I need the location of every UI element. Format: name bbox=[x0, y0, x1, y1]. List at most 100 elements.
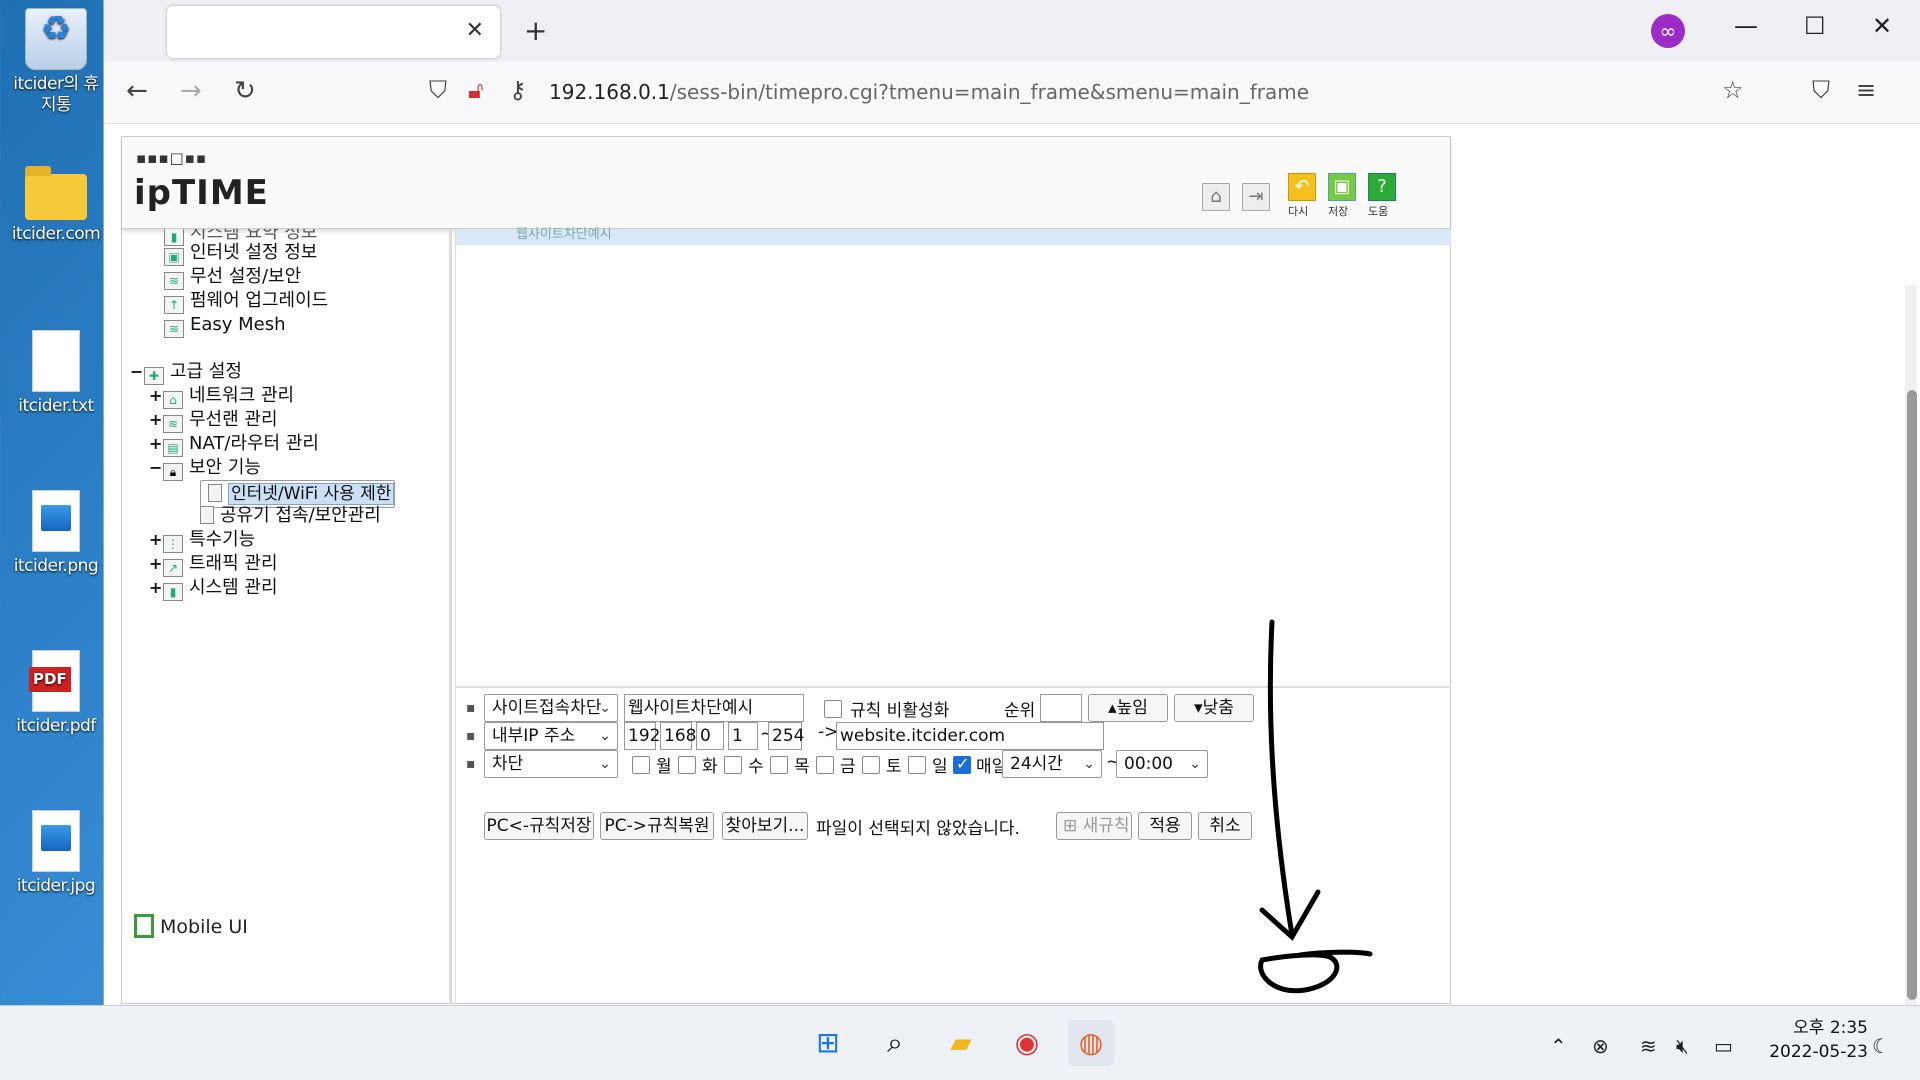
raise-priority-button[interactable]: ▴높임 bbox=[1088, 694, 1168, 722]
day-mon-checkbox[interactable] bbox=[632, 756, 650, 774]
clock[interactable]: 오후 2:35 2022-05-23 bbox=[1769, 1016, 1868, 1064]
everyday-checkbox[interactable] bbox=[953, 754, 971, 774]
search-icon[interactable]: ⌕ bbox=[872, 1020, 918, 1066]
pocket-icon[interactable]: ⛉ bbox=[1812, 76, 1830, 104]
expand-icon[interactable]: + bbox=[149, 576, 163, 600]
expand-icon[interactable]: + bbox=[149, 528, 163, 552]
menu-tree: ▮ 시스템 요약 정보 ▣ 인터넷 설정 정보 ≋ 무선 설정/보안 ↑ 펌웨어 업그레… bbox=[122, 229, 452, 1004]
insecure-lock-icon[interactable]: 🔓︎ bbox=[468, 76, 484, 104]
tree-item-internet-info[interactable]: ▣ 인터넷 설정 정보 bbox=[164, 241, 317, 266]
ip-octet-4[interactable]: 1 bbox=[728, 722, 758, 750]
wifi-icon[interactable]: ≋ bbox=[1640, 1034, 1657, 1058]
back-icon[interactable]: ← bbox=[126, 76, 148, 106]
time-mode-select[interactable]: 24시간 ⌄ bbox=[1002, 750, 1102, 778]
tree-item-easymesh[interactable]: ≋ Easy Mesh bbox=[164, 313, 286, 338]
desktop-icon[interactable]: itcider.com bbox=[6, 160, 106, 245]
tree-item-traffic[interactable]: + ↗ 트래픽 관리 bbox=[149, 552, 278, 577]
tree-item-nat[interactable]: + ▤ NAT/라우터 관리 bbox=[149, 432, 319, 457]
apply-button[interactable]: 적용 bbox=[1138, 812, 1192, 840]
bookmark-star-icon[interactable]: ☆ bbox=[1722, 76, 1744, 104]
save-button[interactable]: ▣ 저장 bbox=[1328, 173, 1358, 218]
expand-icon[interactable]: + bbox=[149, 408, 163, 432]
desktop-icon[interactable]: itcider.txt bbox=[6, 330, 106, 417]
address-type-select[interactable]: 내부IP 주소 ⌄ bbox=[484, 722, 618, 750]
collapse-icon[interactable]: − bbox=[149, 456, 163, 480]
cancel-button[interactable]: 취소 bbox=[1198, 812, 1252, 840]
action-select[interactable]: 차단 ⌄ bbox=[484, 750, 618, 778]
pdf-file-icon bbox=[29, 650, 80, 712]
page-scrollbar[interactable] bbox=[1905, 285, 1917, 1005]
tree-item-advanced[interactable]: − ✚ 고급 설정 bbox=[130, 360, 242, 385]
shield-icon[interactable]: ⛉ bbox=[429, 76, 447, 104]
desktop-icon[interactable]: itcider.pdf bbox=[6, 650, 106, 737]
priority-input[interactable] bbox=[1040, 694, 1082, 722]
expand-icon[interactable]: + bbox=[149, 432, 163, 456]
forward-icon[interactable]: → bbox=[180, 76, 202, 106]
time-select[interactable]: 00:00 ⌄ bbox=[1116, 750, 1208, 778]
menu-icon[interactable]: ≡ bbox=[1856, 76, 1876, 104]
tree-item-security[interactable]: − 🔒︎ 보안 기능 bbox=[149, 456, 261, 481]
router-admin-frame: ▪▪▪□▪▪ ipTIME ⌂ ⇥ ↶ 다시 ▣ 저장 ? 도움 ▮ 시스템 요약 정보… bbox=[121, 136, 1451, 1004]
day-sun-checkbox[interactable] bbox=[908, 756, 926, 774]
tree-item-firmware[interactable]: ↑ 펌웨어 업그레이드 bbox=[164, 289, 328, 314]
start-icon[interactable]: ⊞ bbox=[805, 1020, 851, 1066]
rule-type-select[interactable]: 사이트접속차단 ⌄ bbox=[484, 694, 618, 722]
day-wed-checkbox[interactable] bbox=[724, 756, 742, 774]
moon-icon[interactable]: ☾ bbox=[1872, 1034, 1890, 1058]
browse-file-button[interactable]: 찾아보기... bbox=[722, 812, 808, 840]
tree-item-wireless-security[interactable]: ≋ 무선 설정/보안 bbox=[164, 265, 301, 290]
day-sat-checkbox[interactable] bbox=[862, 756, 880, 774]
restore-rules-button[interactable]: PC->규칙복원 bbox=[600, 812, 714, 840]
help-button[interactable]: ? 도움 bbox=[1368, 173, 1398, 218]
scroll-thumb[interactable] bbox=[1907, 390, 1917, 1000]
tree-item-system[interactable]: + ▮ 시스템 관리 bbox=[149, 576, 278, 601]
browser-tab[interactable]: ✕ bbox=[167, 6, 500, 58]
firefox-icon[interactable]: ◍ bbox=[1068, 1020, 1114, 1066]
save-rules-to-pc-button[interactable]: PC<-규칙저장 bbox=[484, 812, 594, 840]
key-icon[interactable]: ⚷ bbox=[509, 76, 527, 104]
day-thu-checkbox[interactable] bbox=[770, 756, 788, 774]
tree-item-network[interactable]: + ⌂ 네트워크 관리 bbox=[149, 384, 294, 409]
volume-muted-icon[interactable]: 🔇︎ bbox=[1676, 1034, 1689, 1058]
browser-window: ✕ + ∞ — ☐ ✕ ← → ↻ ⛉ 🔓︎ ⚷ 192.168.0.1/ses… bbox=[103, 0, 1920, 1005]
rule-list-row[interactable]: 웹사이트차단예시 bbox=[456, 227, 1451, 245]
app-tray-icon[interactable]: ⊗ bbox=[1592, 1034, 1609, 1058]
reload-icon[interactable]: ↻ bbox=[234, 76, 256, 106]
ip-octet-3[interactable]: 0 bbox=[696, 722, 724, 750]
expand-icon[interactable]: + bbox=[149, 552, 163, 576]
day-fri-checkbox[interactable] bbox=[816, 756, 834, 774]
address-bar[interactable]: 192.168.0.1/sess-bin/timepro.cgi?tmenu=m… bbox=[549, 80, 1309, 104]
retry-button[interactable]: ↶ 다시 bbox=[1288, 173, 1318, 218]
collapse-icon[interactable]: − bbox=[130, 360, 144, 384]
tray-overflow-icon[interactable]: ⌃ bbox=[1550, 1034, 1567, 1058]
file-explorer-icon[interactable]: ▰ bbox=[938, 1020, 984, 1066]
lower-priority-button[interactable]: ▾낮춤 bbox=[1174, 694, 1254, 722]
rule-name-input[interactable]: 웹사이트차단예시 bbox=[624, 694, 804, 722]
desktop-icon[interactable]: itcider.png bbox=[6, 490, 106, 577]
site-url-input[interactable]: website.itcider.com bbox=[836, 722, 1104, 750]
battery-icon[interactable]: ▭ bbox=[1714, 1034, 1733, 1058]
ip-end-input[interactable]: 254 bbox=[768, 722, 804, 750]
close-tab-icon[interactable]: ✕ bbox=[466, 18, 484, 43]
desktop-icon[interactable]: itcider.jpg bbox=[6, 810, 106, 897]
tree-item-wireless[interactable]: + ≋ 무선랜 관리 bbox=[149, 408, 278, 433]
home-button[interactable]: ⌂ bbox=[1202, 183, 1232, 213]
tree-item-special[interactable]: + ⋮ 특수기능 bbox=[149, 528, 255, 553]
minimize-icon[interactable]: — bbox=[1734, 12, 1758, 40]
day-tue-checkbox[interactable] bbox=[678, 756, 696, 774]
profile-icon[interactable]: ∞ bbox=[1651, 14, 1685, 48]
new-rule-button[interactable]: ⊞ 새규칙 bbox=[1056, 812, 1132, 840]
maximize-icon[interactable]: ☐ bbox=[1804, 12, 1826, 40]
mobile-ui-link[interactable]: Mobile UI bbox=[134, 914, 248, 938]
expand-icon[interactable]: + bbox=[149, 384, 163, 408]
chrome-icon[interactable]: ◉ bbox=[1004, 1020, 1050, 1066]
ip-octet-1[interactable]: 192 bbox=[624, 722, 660, 750]
close-window-icon[interactable]: ✕ bbox=[1872, 12, 1892, 40]
ip-octet-2[interactable]: 168 bbox=[660, 722, 696, 750]
disable-rule-checkbox[interactable] bbox=[824, 700, 842, 718]
tree-item-router-access[interactable]: 공유기 접속/보안관리 bbox=[200, 504, 381, 528]
desktop-icon[interactable]: itcider의 휴지통 bbox=[6, 8, 106, 116]
logout-button[interactable]: ⇥ bbox=[1242, 183, 1272, 213]
new-tab-icon[interactable]: + bbox=[524, 14, 547, 47]
folder-icon bbox=[25, 166, 87, 220]
